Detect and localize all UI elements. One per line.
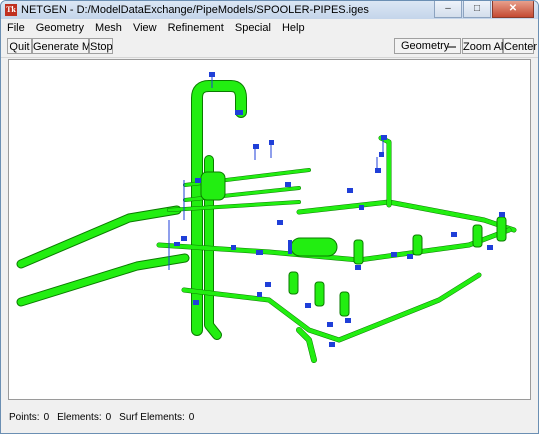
vertical-tanks [288, 216, 507, 317]
menu-refinement[interactable]: Refinement [162, 22, 229, 34]
close-button[interactable]: ✕ [492, 1, 534, 18]
points-status: Points: 0 [9, 412, 49, 423]
menu-mesh[interactable]: Mesh [89, 22, 127, 34]
pipe-frame-upper [167, 168, 311, 212]
maximize-button[interactable]: □ [463, 1, 491, 18]
zoom-all-button[interactable]: Zoom All [462, 38, 506, 54]
center-button[interactable]: Center [503, 38, 537, 54]
window-title: NETGEN - D:/ModelDataExchange/PipeModels… [21, 4, 369, 16]
pipe-long-left-lower [16, 253, 190, 307]
elements-value: 0 [105, 411, 112, 423]
view-mode-value: Geometry [401, 40, 450, 52]
elements-label: Elements: [57, 411, 102, 423]
central-drum [200, 171, 226, 201]
pipe-right-riser [378, 135, 392, 208]
pipe-bottom-branch [296, 327, 317, 363]
pipe-long-left-upper [16, 205, 182, 269]
3d-viewport[interactable] [8, 59, 531, 400]
toolbar: Quit Generate Mesh Stop Geometry Zoom Al… [1, 36, 538, 58]
menu-view[interactable]: View [127, 22, 162, 34]
menu-bar: File Geometry Mesh View Refinement Speci… [1, 20, 538, 35]
quit-button[interactable]: Quit [7, 38, 32, 54]
surf-elements-value: 0 [188, 411, 195, 423]
menu-geometry[interactable]: Geometry [30, 22, 89, 34]
menu-special[interactable]: Special [229, 22, 276, 34]
pipe-model-render [16, 72, 517, 363]
title-bar[interactable]: Tk NETGEN - D:/ModelDataExchange/PipeMod… [1, 1, 538, 19]
dropdown-indicator-icon [448, 46, 456, 48]
pipe-lower-run [181, 272, 482, 343]
surf-elements-status: Surf Elements: 0 [119, 412, 194, 423]
points-label: Points: [9, 411, 40, 423]
horizontal-vessel [288, 237, 338, 257]
points-value: 0 [43, 411, 50, 423]
view-mode-select[interactable]: Geometry [394, 38, 461, 54]
status-bar: Points: 0 Elements: 0 Surf Elements: 0 [1, 409, 538, 425]
generate-mesh-button[interactable]: Generate Mesh [32, 38, 109, 54]
window-controls: ‒ □ ✕ [433, 1, 534, 19]
menu-help[interactable]: Help [276, 22, 310, 34]
minimize-button[interactable]: ‒ [434, 1, 462, 18]
stop-button[interactable]: Stop [89, 38, 113, 54]
netgen-window: Tk NETGEN - D:/ModelDataExchange/PipeMod… [0, 0, 539, 434]
surf-elements-label: Surf Elements: [119, 411, 185, 423]
tk-app-icon: Tk [5, 4, 17, 16]
menu-file[interactable]: File [1, 22, 30, 34]
elements-status: Elements: 0 [57, 412, 111, 423]
